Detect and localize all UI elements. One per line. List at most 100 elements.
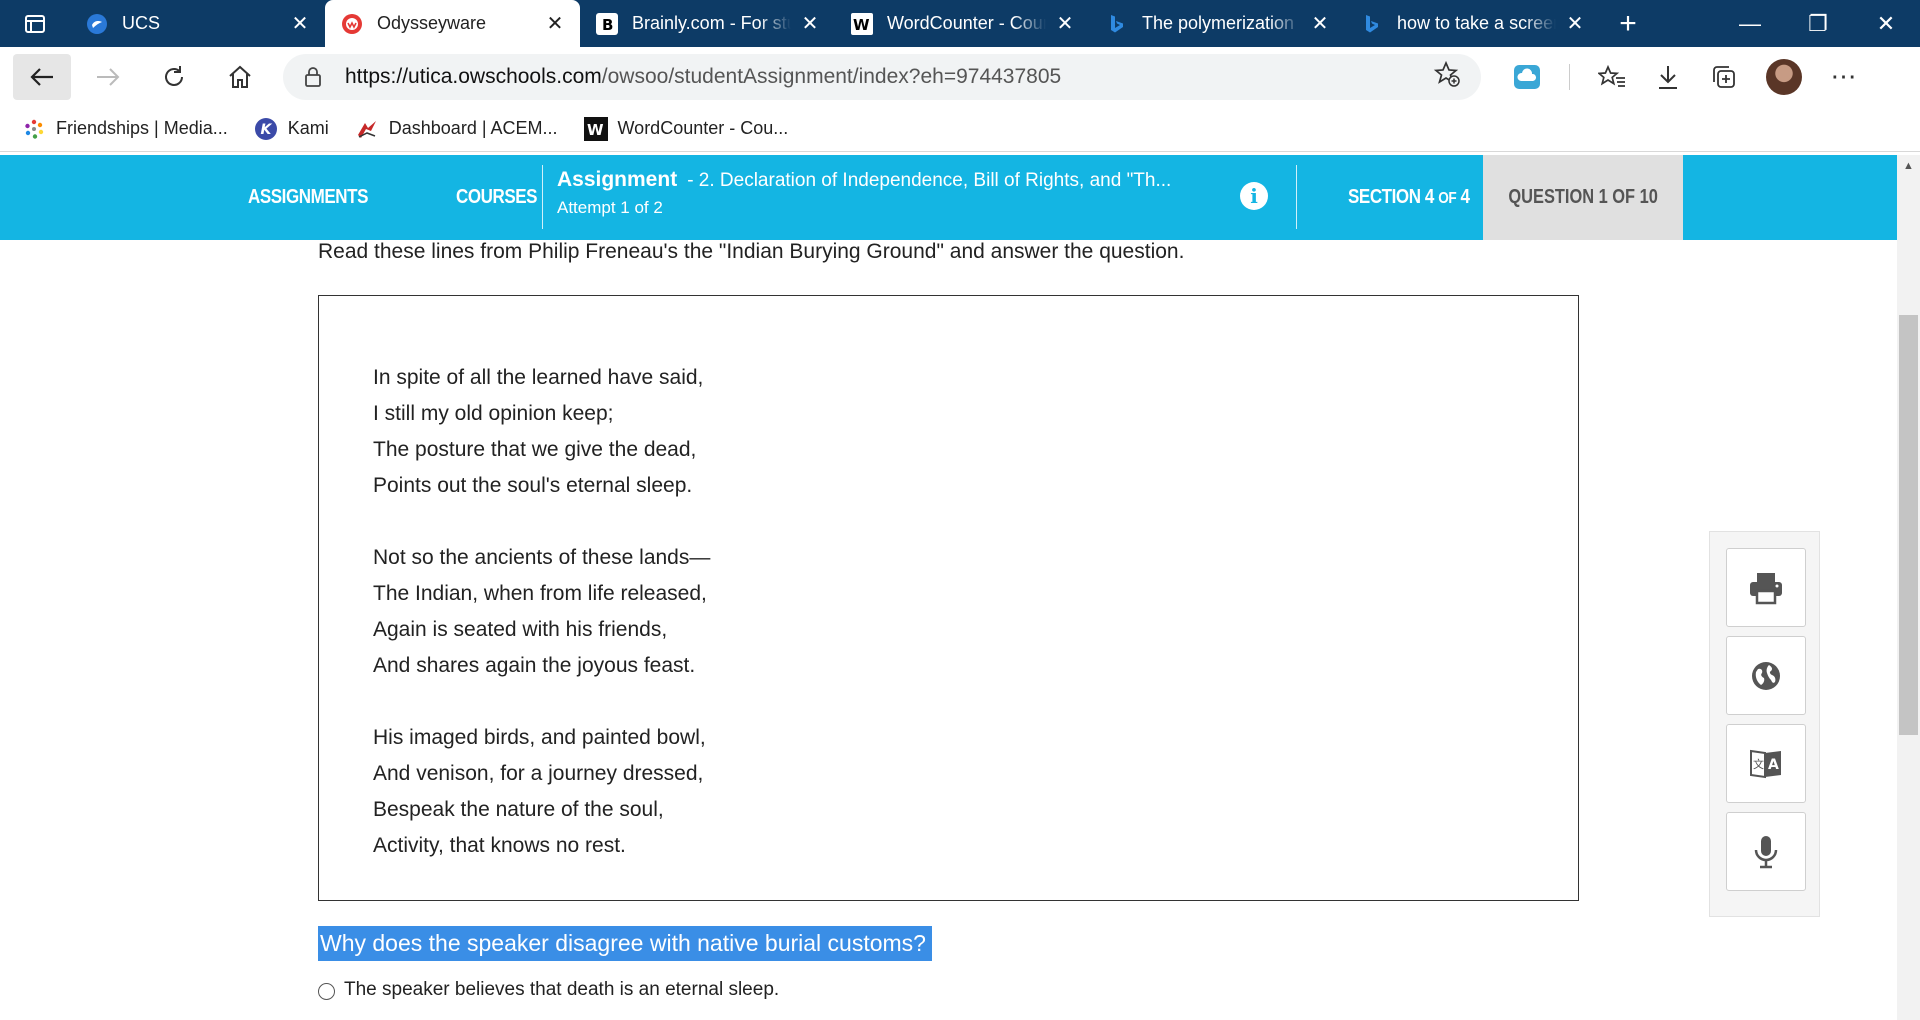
bing-favicon-icon: [1361, 13, 1383, 35]
svg-text:B: B: [602, 16, 613, 34]
poem-line: His imaged birds, and painted bowl,: [373, 726, 706, 749]
close-tab-icon[interactable]: ✕: [1309, 11, 1331, 36]
microphone-button[interactable]: [1726, 812, 1806, 891]
tools-panel: 文A: [1709, 531, 1820, 917]
microphone-icon: [1754, 835, 1778, 868]
tab-odysseyware[interactable]: Odysseyware ✕: [325, 0, 580, 47]
close-window-button[interactable]: ✕: [1852, 0, 1920, 47]
bookmark-dashboard[interactable]: Dashboard | ACEM...: [355, 117, 558, 141]
browser-tab-strip: UCS ✕ Odysseyware ✕ B Brainly.com - For …: [0, 0, 1920, 47]
tab-title: The polymerization: [1142, 13, 1295, 33]
settings-more-button[interactable]: ⋯: [1816, 54, 1872, 100]
refresh-button[interactable]: [145, 54, 203, 100]
poem-line: Not so the ancients of these lands—: [373, 546, 711, 569]
close-tab-icon[interactable]: ✕: [1564, 11, 1586, 36]
home-icon: [229, 65, 251, 88]
new-tab-button[interactable]: +: [1600, 0, 1656, 47]
collections-button[interactable]: [1696, 54, 1752, 100]
bookmark-kami[interactable]: K Kami: [254, 117, 329, 141]
question-of: OF: [1612, 186, 1635, 208]
bookmark-label: WordCounter - Cou...: [617, 118, 789, 138]
restore-button[interactable]: ❐: [1784, 0, 1852, 47]
url-path: /owsoo/studentAssignment/index?eh=974437…: [601, 64, 1062, 88]
scrollbar-thumb[interactable]: [1899, 315, 1918, 735]
bookmark-label: Friendships | Media...: [56, 118, 228, 138]
tab-ucs[interactable]: UCS ✕: [70, 0, 325, 47]
close-icon: ✕: [1876, 10, 1896, 36]
add-favorite-icon[interactable]: [1433, 60, 1461, 93]
assignment-info: Assignment - 2. Declaration of Independen…: [557, 168, 1171, 218]
scroll-up-icon[interactable]: ▲: [1900, 158, 1917, 174]
globe-button[interactable]: [1726, 636, 1806, 715]
section-prefix: SECTION 4: [1348, 186, 1434, 208]
translate-icon: 文A: [1750, 749, 1781, 778]
poem-line: I still my old opinion keep;: [373, 402, 614, 425]
svg-text:W: W: [853, 16, 870, 34]
poem-stanza: In spite of all the learned have said, I…: [373, 360, 1578, 504]
tab-screenshot[interactable]: how to take a screenshot ✕: [1345, 0, 1600, 47]
back-button[interactable]: [13, 53, 71, 100]
back-arrow-icon: [30, 67, 53, 86]
downloads-button[interactable]: [1640, 54, 1696, 100]
plus-icon: +: [1619, 6, 1637, 40]
bookmark-wordcounter[interactable]: W WordCounter - Cou...: [583, 116, 789, 141]
section-total: 4: [1460, 186, 1470, 208]
tab-actions-button[interactable]: [0, 0, 70, 47]
question-prefix: QUESTION 1: [1508, 186, 1608, 208]
answer-radio[interactable]: [318, 982, 335, 1000]
more-icon: ⋯: [1830, 61, 1858, 91]
poem-excerpt-box: In spite of all the learned have said, I…: [318, 295, 1579, 901]
close-tab-icon[interactable]: ✕: [799, 11, 821, 36]
kami-icon: K: [254, 117, 278, 141]
tab-wordcounter[interactable]: W WordCounter - Count Words ✕: [835, 0, 1090, 47]
bookmark-label: Dashboard | ACEM...: [388, 118, 558, 138]
minimize-button[interactable]: —: [1716, 0, 1784, 47]
info-icon[interactable]: i: [1240, 182, 1268, 210]
poem-line: The posture that we give the dead,: [373, 438, 697, 461]
translate-button[interactable]: 文A: [1726, 724, 1806, 803]
nav-assignments[interactable]: ASSIGNMENTS: [248, 186, 368, 209]
tab-title: WordCounter - Count Words: [887, 13, 1046, 33]
profile-avatar[interactable]: [1766, 58, 1802, 95]
window-controls: — ❐ ✕: [1716, 0, 1920, 47]
svg-text:W: W: [587, 121, 604, 139]
assignment-title: - 2. Declaration of Independence, Bill o…: [687, 170, 1172, 191]
svg-text:文: 文: [1753, 757, 1764, 771]
friendships-icon: [22, 117, 46, 141]
tab-title: Odysseyware: [377, 13, 487, 33]
tab-brainly[interactable]: B Brainly.com - For students ✕: [580, 0, 835, 47]
print-icon: [1750, 572, 1782, 604]
ucs-favicon-icon: [86, 13, 108, 35]
browser-toolbar: https://utica.owschools.com/owsoo/studen…: [0, 47, 1920, 106]
home-button[interactable]: [211, 54, 269, 100]
forward-button[interactable]: [79, 54, 137, 100]
poem-line: And venison, for a journey dressed,: [373, 762, 704, 785]
close-tab-icon[interactable]: ✕: [544, 11, 566, 36]
print-button[interactable]: [1726, 548, 1806, 627]
close-tab-icon[interactable]: ✕: [1054, 11, 1076, 36]
url-text[interactable]: https://utica.owschools.com/owsoo/studen…: [345, 65, 1433, 89]
odysseyware-header: ASSIGNMENTS COURSES Assignment - 2. Decla…: [0, 155, 1897, 240]
nav-courses[interactable]: COURSES: [456, 186, 538, 209]
bookmark-friendships[interactable]: Friendships | Media...: [22, 117, 228, 141]
favorites-icon: [1598, 64, 1625, 87]
answer-option[interactable]: The speaker believes that death is an et…: [318, 979, 779, 1001]
address-bar[interactable]: https://utica.owschools.com/owsoo/studen…: [283, 53, 1481, 100]
svg-text:K: K: [260, 122, 272, 138]
restore-icon: ❐: [1808, 10, 1828, 36]
question-indicator[interactable]: QUESTION 1 OF 10: [1483, 155, 1683, 240]
poem-line: In spite of all the learned have said,: [373, 366, 704, 389]
poem-stanza: His imaged birds, and painted bowl, And …: [373, 720, 1578, 864]
cloud-extension-button[interactable]: [1499, 54, 1555, 100]
bookmarks-bar: Friendships | Media... K Kami Dashboard …: [0, 106, 1920, 152]
favorites-button[interactable]: [1584, 54, 1640, 100]
question-prompt: Why does the speaker disagree with nativ…: [318, 926, 932, 961]
poem-line: Again is seated with his friends,: [373, 618, 668, 641]
refresh-icon: [165, 65, 183, 86]
url-domain: https://utica.owschools.com: [345, 64, 602, 88]
tab-title: Brainly.com - For students: [632, 13, 791, 33]
tab-polymerization[interactable]: The polymerization ✕: [1090, 0, 1345, 47]
close-tab-icon[interactable]: ✕: [289, 11, 311, 36]
toolbar-actions: ⋯: [1499, 54, 1872, 100]
bookmark-label: Kami: [287, 118, 329, 138]
